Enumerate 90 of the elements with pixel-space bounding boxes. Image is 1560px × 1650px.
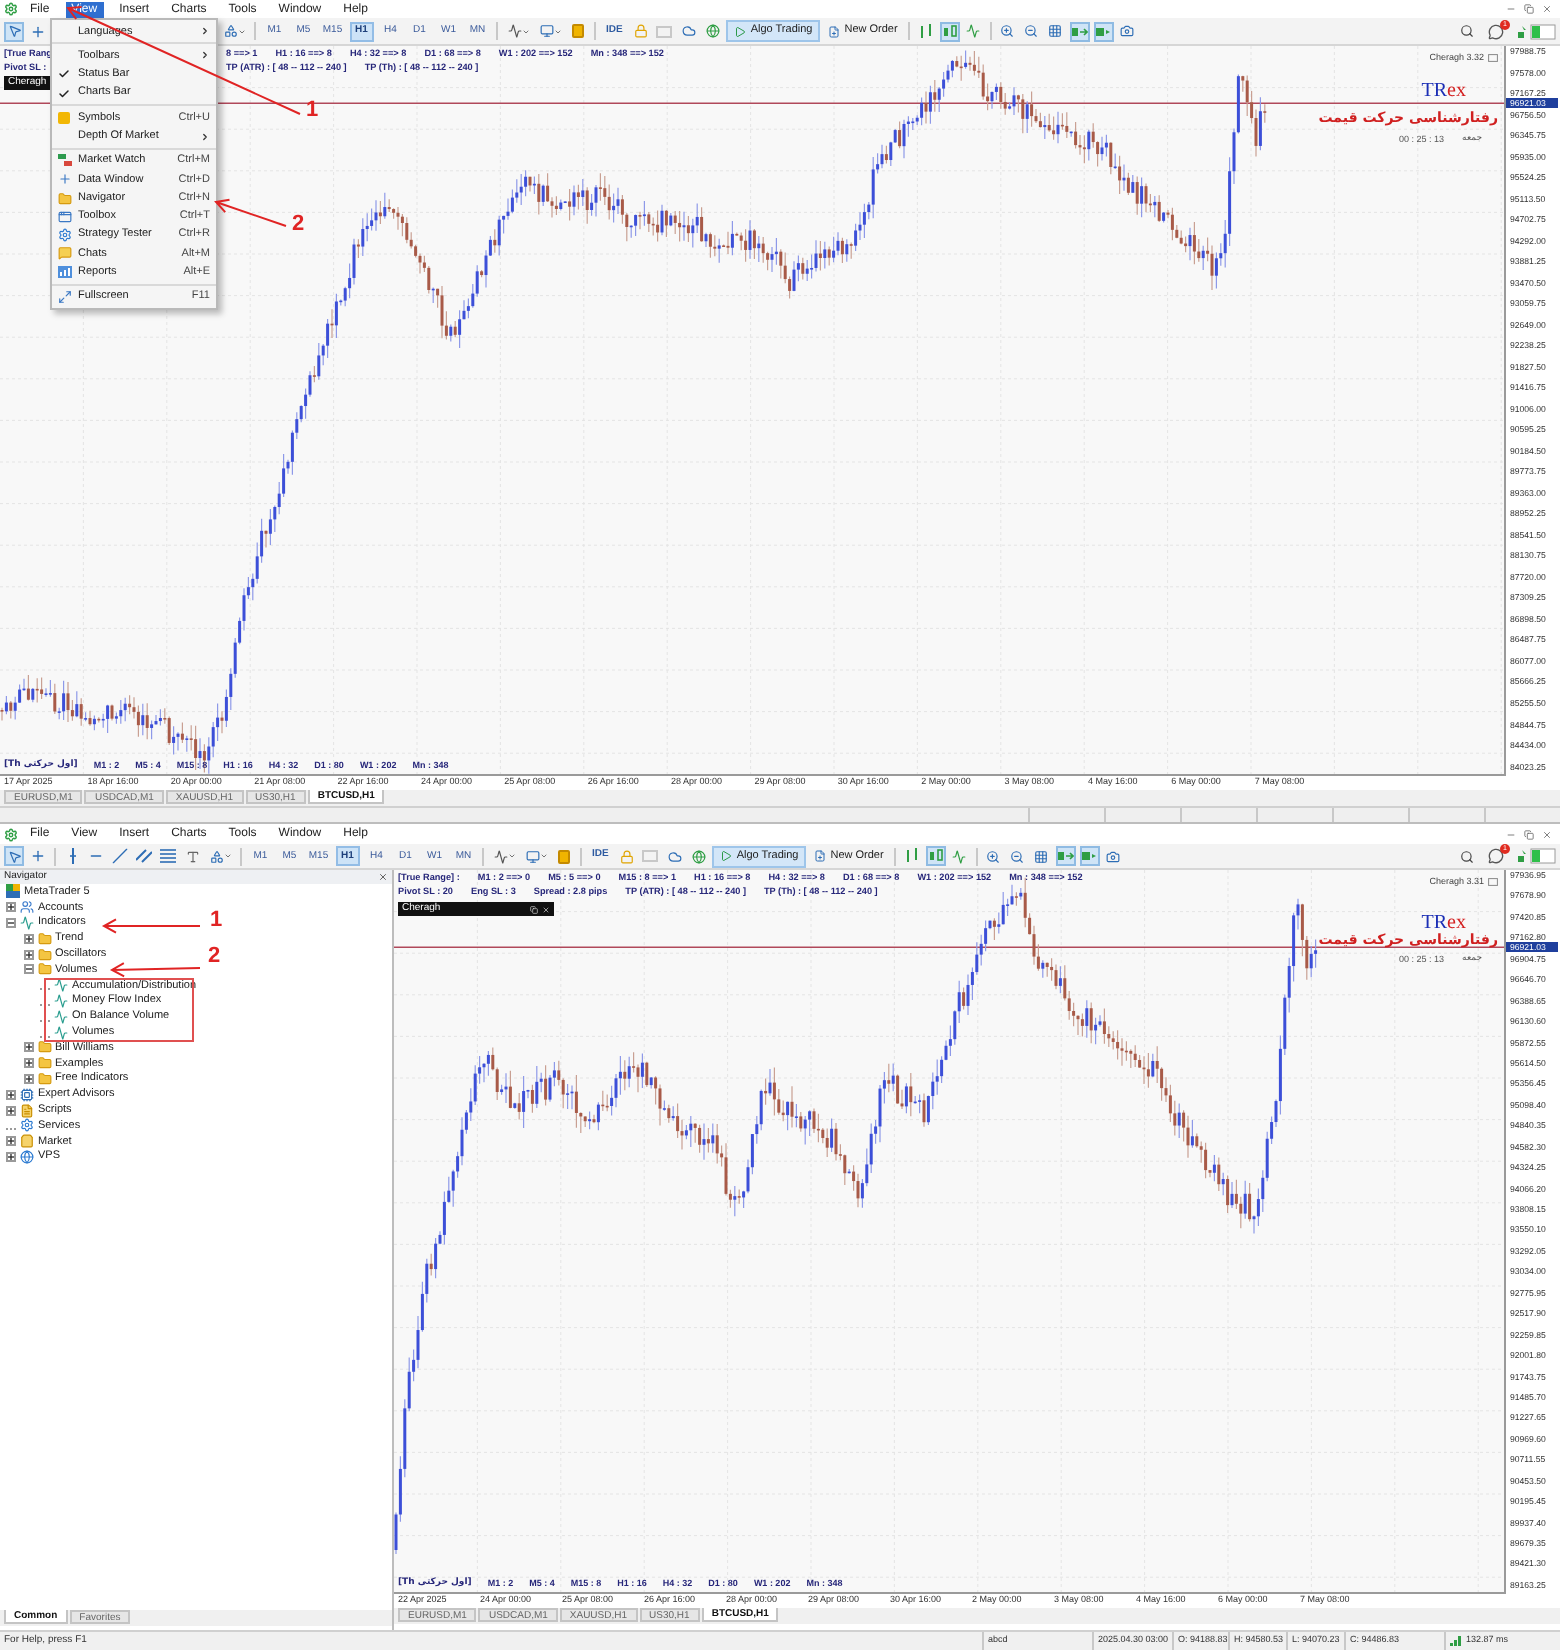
chat-icon <box>57 246 71 261</box>
chat-icon[interactable] <box>1488 848 1504 864</box>
app-icon <box>4 2 18 16</box>
logo: TRex <box>1421 913 1466 934</box>
auto-scroll-icon[interactable] <box>1079 846 1100 866</box>
restore-icon[interactable] <box>1524 4 1534 14</box>
fibonacci-icon[interactable] <box>158 846 178 866</box>
chart-shift-icon[interactable] <box>1069 21 1090 41</box>
tile-icon[interactable] <box>568 21 588 41</box>
line-chart-icon[interactable] <box>963 21 984 41</box>
annotation-number: 2 <box>208 946 221 968</box>
annotation-number: 1 <box>306 100 319 122</box>
search-icon[interactable] <box>1460 849 1474 863</box>
bag-icon <box>20 1134 34 1149</box>
expand-icon[interactable] <box>23 1042 33 1053</box>
signal-strength-icon[interactable] <box>1516 23 1556 39</box>
tile-icon[interactable] <box>554 846 574 866</box>
indicator-line-icon <box>20 915 34 930</box>
play-icon <box>720 850 733 862</box>
folder-icon <box>57 191 71 206</box>
expand-icon[interactable] <box>6 1105 16 1116</box>
expand-icon[interactable] <box>6 1089 16 1100</box>
monitor-icon[interactable] <box>522 846 550 866</box>
expand-icon[interactable] <box>23 933 33 944</box>
bar-chart-icon <box>57 266 71 279</box>
fullscreen-icon <box>57 290 71 304</box>
bar-chart-icon[interactable] <box>915 21 936 41</box>
document-icon <box>20 1103 34 1118</box>
gear-icon <box>20 1118 34 1133</box>
line-chart-icon[interactable] <box>490 846 518 866</box>
expand-icon[interactable] <box>6 902 16 913</box>
zoom-in-icon[interactable] <box>983 846 1004 866</box>
expand-icon[interactable] <box>23 949 33 960</box>
app-icon <box>6 884 20 899</box>
zoom-in-icon[interactable] <box>997 21 1018 41</box>
window-icon <box>1488 54 1498 63</box>
crosshair-icon <box>57 172 71 187</box>
expand-icon[interactable] <box>23 1058 33 1069</box>
grid-icon[interactable] <box>1031 846 1052 866</box>
annotation-arrow <box>109 962 201 978</box>
annotation-number: 1 <box>210 910 223 932</box>
people-icon <box>20 900 34 915</box>
zoom-out-icon[interactable] <box>1007 846 1028 866</box>
globe-icon[interactable] <box>688 846 709 866</box>
bar-chart-icon[interactable] <box>901 846 922 866</box>
document-icon <box>828 25 841 37</box>
expand-icon[interactable] <box>6 1151 16 1162</box>
tile-icon <box>58 111 70 124</box>
expand-icon[interactable] <box>23 1073 33 1084</box>
collapse-icon[interactable] <box>23 964 33 975</box>
globe-icon <box>20 1149 34 1164</box>
globe-icon[interactable] <box>702 21 723 41</box>
line-chart-icon[interactable] <box>949 846 970 866</box>
document-icon <box>814 850 827 862</box>
annotation-arrow <box>214 198 287 227</box>
camera-icon[interactable] <box>1103 846 1124 866</box>
monitor-icon[interactable] <box>536 21 564 41</box>
line-chart-icon[interactable] <box>504 21 532 41</box>
grid-icon[interactable] <box>1045 21 1066 41</box>
camera-icon[interactable] <box>1117 21 1138 41</box>
play-icon <box>734 25 747 37</box>
annotation-arrow <box>101 918 201 934</box>
auto-scroll-icon[interactable] <box>1093 21 1114 41</box>
restore-icon[interactable] <box>1524 829 1534 839</box>
window-icon <box>57 209 71 224</box>
gear-icon <box>57 228 71 243</box>
signal-strength-icon[interactable] <box>1516 848 1556 864</box>
cloud-icon[interactable] <box>678 21 699 41</box>
signal-bars-icon <box>1450 1636 1462 1646</box>
cursor-icon[interactable] <box>4 846 24 866</box>
chart-shift-icon[interactable] <box>1055 846 1076 866</box>
collapse-icon[interactable] <box>6 917 16 928</box>
window-icon <box>1488 878 1498 887</box>
search-icon[interactable] <box>1460 24 1474 38</box>
cursor-icon[interactable] <box>4 21 24 41</box>
crosshair-icon[interactable] <box>28 21 48 41</box>
logo: TRex <box>1421 81 1466 102</box>
zoom-out-icon[interactable] <box>1021 21 1042 41</box>
quote-tiles-icon <box>57 154 71 167</box>
trend-line-icon[interactable] <box>110 846 130 866</box>
text-tool-icon[interactable] <box>182 846 202 866</box>
candlestick-icon[interactable] <box>939 21 960 41</box>
annotation-number: 2 <box>292 214 305 236</box>
app-icon <box>4 827 18 841</box>
candlestick-icon[interactable] <box>925 846 946 866</box>
expand-icon[interactable] <box>6 1136 16 1147</box>
cloud-icon[interactable] <box>664 846 685 866</box>
chat-icon[interactable] <box>1488 23 1504 39</box>
chip-icon <box>20 1087 34 1102</box>
crosshair-icon[interactable] <box>28 846 48 866</box>
